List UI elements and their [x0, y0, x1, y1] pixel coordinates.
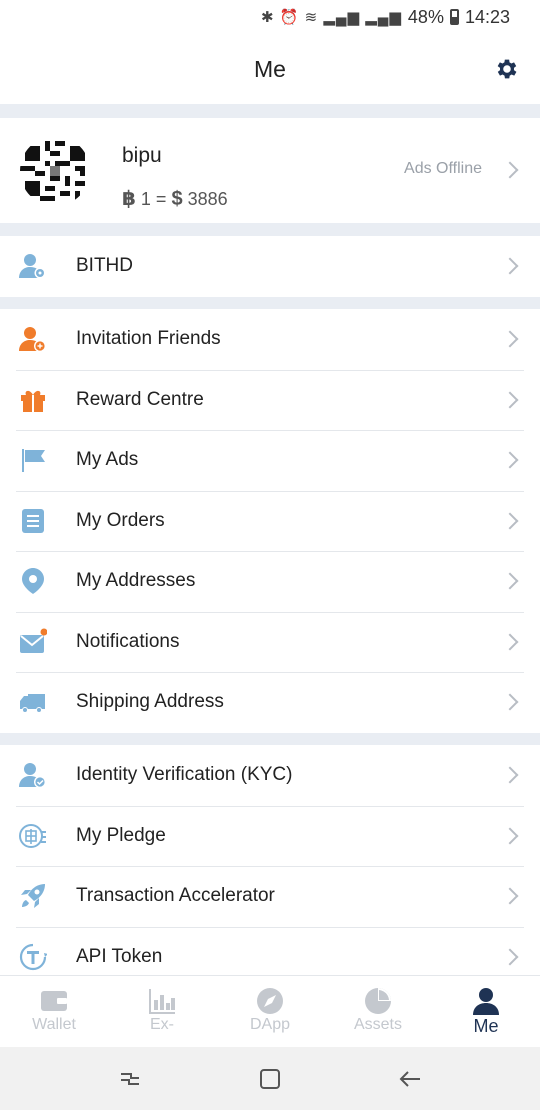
tab-exchange[interactable]: Ex-	[108, 976, 216, 1047]
btc-rate-value: 3886	[182, 189, 228, 209]
chevron-right-icon	[501, 693, 519, 711]
chevron-right-icon	[501, 257, 519, 275]
status-bar: ✱ ⏰ ≋ ▂▄▆ ▂▄▆ 48% 14:23	[0, 0, 540, 34]
gear-icon[interactable]	[494, 56, 520, 82]
menu-item-label: My Addresses	[76, 570, 196, 592]
tab-me[interactable]: Me	[432, 976, 540, 1047]
user-add-icon	[19, 327, 46, 353]
tab-label: Me	[473, 1016, 499, 1036]
chevron-right-icon	[501, 827, 519, 844]
system-nav-bar	[0, 1047, 540, 1110]
menu-item-label: My Ads	[76, 449, 139, 471]
btc-rate: ฿ 1 = $ 3886	[122, 188, 228, 210]
username: bipu	[122, 144, 162, 167]
chevron-right-icon	[501, 948, 519, 965]
menu-item-label: Reward Centre	[76, 388, 204, 410]
battery-level: 48%	[407, 6, 444, 27]
pie-chart-icon	[365, 988, 391, 1014]
menu-item-notifications[interactable]: Notifications	[0, 611, 540, 673]
menu-item-label: Identity Verification (KYC)	[76, 764, 293, 786]
token-icon	[19, 943, 47, 970]
chevron-right-icon	[501, 330, 519, 348]
ads-status: Ads Offline	[404, 160, 482, 177]
menu-item-identity-verification[interactable]: Identity Verification (KYC)	[0, 745, 540, 806]
menu-item-label: Shipping Address	[76, 691, 224, 713]
menu-item-label: Transaction Accelerator	[76, 885, 275, 907]
menu-item-reward-centre[interactable]: Reward Centre	[0, 369, 540, 431]
exchange-chart-icon	[149, 989, 175, 1014]
menu-item-label: Invitation Friends	[76, 328, 221, 350]
tab-label: Ex-	[150, 1016, 174, 1033]
menu-item-my-ads[interactable]: My Ads	[0, 430, 540, 491]
menu-item-transaction-accelerator[interactable]: Transaction Accelerator	[0, 866, 540, 927]
battery-icon	[449, 9, 459, 25]
person-icon	[473, 988, 499, 1015]
envelope-icon	[20, 628, 47, 653]
profile-card[interactable]: bipu ฿ 1 = $ 3886 Ads Offline	[0, 118, 540, 223]
truck-icon	[20, 694, 45, 714]
menu-group-device: BITHD	[0, 236, 540, 297]
back-icon[interactable]	[395, 1064, 425, 1094]
location-pin-icon	[22, 568, 44, 595]
menu-item-label: API Token	[76, 945, 163, 967]
menu-item-label: Notifications	[76, 630, 180, 652]
dollar-symbol: $	[171, 188, 183, 210]
clock: 14:23	[464, 6, 510, 27]
tab-wallet[interactable]: Wallet	[0, 976, 108, 1047]
chevron-right-icon	[501, 512, 519, 529]
bitcoin-symbol: ฿	[122, 188, 136, 210]
rocket-icon	[21, 884, 45, 909]
pledge-icon	[19, 823, 46, 848]
home-icon[interactable]	[255, 1064, 285, 1094]
menu-item-my-addresses[interactable]: My Addresses	[0, 551, 540, 612]
compass-icon	[257, 988, 283, 1014]
flag-icon	[22, 449, 45, 473]
menu-item-bithd[interactable]: BITHD	[0, 236, 540, 297]
chevron-right-icon	[501, 887, 519, 905]
chevron-right-icon	[501, 161, 519, 179]
user-check-icon	[19, 763, 46, 789]
menu-item-invitation-friends[interactable]: Invitation Friends	[0, 309, 540, 370]
tab-label: Assets	[353, 1016, 402, 1033]
tab-label: Wallet	[32, 1016, 76, 1033]
menu-item-label: My Orders	[76, 509, 165, 531]
menu-group-main: Invitation Friends Reward Centre My Ads …	[0, 309, 540, 733]
page-title: Me	[254, 55, 286, 82]
user-gear-icon	[19, 254, 46, 279]
chevron-right-icon	[501, 391, 519, 408]
menu-item-my-pledge[interactable]: My Pledge	[0, 805, 540, 867]
orders-icon	[22, 508, 44, 533]
menu-item-label: My Pledge	[76, 824, 166, 846]
tab-assets[interactable]: Assets	[324, 976, 432, 1047]
bottom-tab-bar: Wallet Ex- DApp Assets Me	[0, 975, 540, 1047]
gift-icon	[21, 390, 45, 412]
recent-apps-icon[interactable]	[115, 1064, 145, 1094]
avatar	[20, 136, 90, 206]
menu-item-label: BITHD	[76, 255, 133, 277]
wallet-icon	[41, 991, 67, 1011]
chevron-right-icon	[501, 572, 519, 590]
status-icons: ✱ ⏰ ≋ ▂▄▆ ▂▄▆	[261, 9, 402, 26]
chevron-right-icon	[501, 766, 519, 784]
header: Me	[0, 34, 540, 104]
tab-label: DApp	[249, 1016, 291, 1033]
tab-dapp[interactable]: DApp	[216, 976, 324, 1047]
chevron-right-icon	[501, 451, 519, 469]
menu-item-my-orders[interactable]: My Orders	[0, 490, 540, 552]
menu-item-shipping-address[interactable]: Shipping Address	[0, 672, 540, 733]
chevron-right-icon	[501, 633, 519, 650]
menu-group-security: Identity Verification (KYC) My Pledge Tr…	[0, 745, 540, 987]
